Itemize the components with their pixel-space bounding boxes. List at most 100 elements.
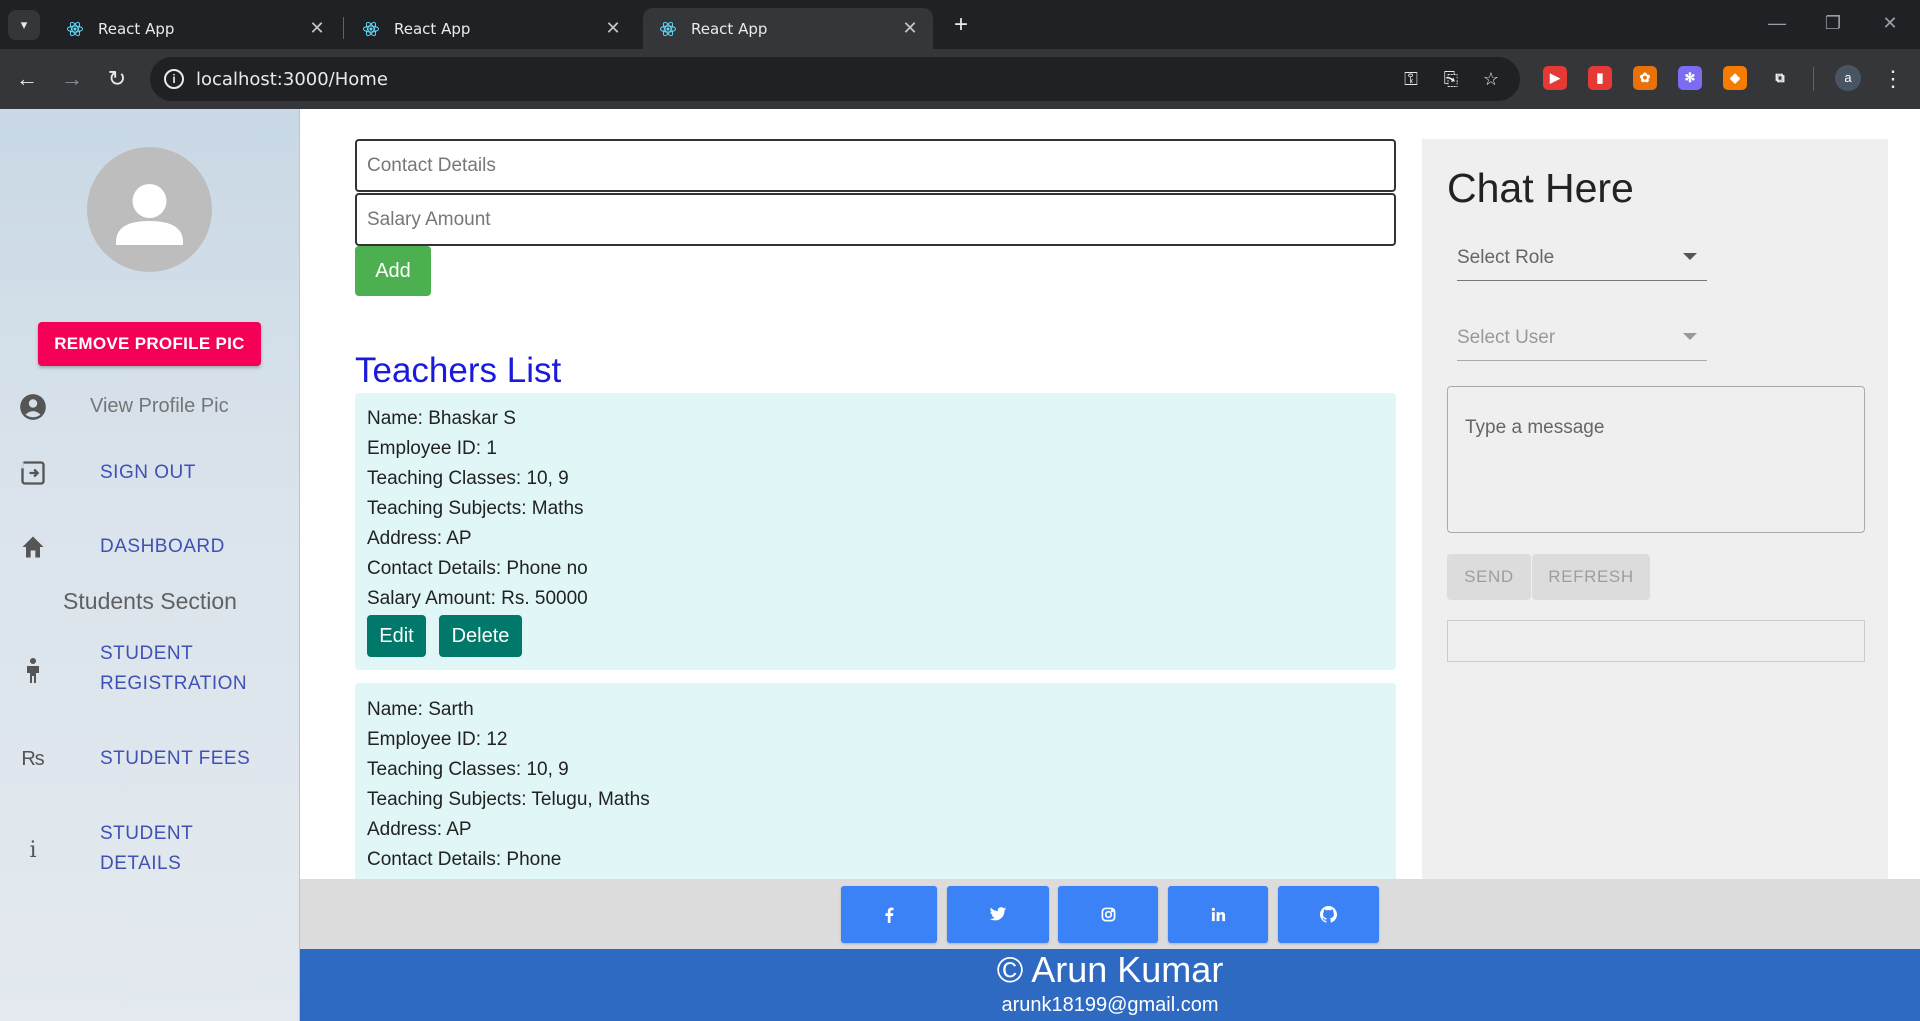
teacher-card: Name: Bhaskar S Employee ID: 1 Teaching …	[355, 393, 1396, 670]
chat-title: Chat Here	[1447, 165, 1634, 211]
forward-icon[interactable]: →	[57, 64, 87, 94]
message-input[interactable]	[1447, 386, 1865, 533]
teacher-subjects: Teaching Subjects: Maths	[367, 498, 584, 519]
new-tab-icon[interactable]: +	[948, 12, 974, 38]
contact-details-input[interactable]	[355, 139, 1396, 192]
twitter-icon[interactable]	[947, 886, 1049, 943]
teacher-name: Name: Sarth	[367, 699, 474, 720]
puzzle-icon[interactable]: ⧉	[1768, 66, 1792, 90]
linkedin-icon[interactable]	[1168, 886, 1268, 943]
remove-profile-pic-button[interactable]: REMOVE PROFILE PIC	[38, 322, 261, 366]
delete-button[interactable]: Delete	[439, 615, 522, 657]
home-icon	[18, 532, 48, 562]
sidebar-item-label: DASHBOARD	[100, 536, 225, 557]
sidebar-item-label: STUDENT DETAILS	[100, 823, 193, 874]
teachers-list-title: Teachers List	[355, 351, 562, 390]
audio-ext-icon[interactable]: ▮	[1588, 66, 1612, 90]
profile-avatar[interactable]: a	[1835, 65, 1861, 91]
salary-amount-input[interactable]	[355, 193, 1396, 246]
sidebar-item-sign-out[interactable]: SIGN OUT	[0, 455, 300, 491]
teacher-contact: Contact Details: Phone no	[367, 558, 588, 579]
youtube-ext-icon[interactable]: ▶	[1543, 66, 1567, 90]
react-logo-icon	[660, 21, 676, 36]
teacher-employee-id: Employee ID: 12	[367, 729, 508, 750]
tab-search-button[interactable]: ▾	[8, 10, 40, 40]
add-button[interactable]: Add	[355, 246, 431, 296]
restore-icon[interactable]: ❐	[1813, 8, 1853, 38]
reload-icon[interactable]: ↻	[102, 64, 132, 94]
browser-toolbar: ← → ↻ i localhost:3000/Home ⚿ ⎘ ☆ ▶ ▮ ✿ …	[0, 49, 1920, 109]
sidebar-item-label: STUDENT REGISTRATION	[100, 643, 248, 694]
window-close-icon[interactable]: ✕	[1870, 8, 1910, 38]
sidebar-item-student-registration[interactable]: STUDENT REGISTRATION	[0, 639, 300, 701]
person-avatar-icon	[116, 184, 183, 245]
facebook-icon[interactable]	[841, 886, 937, 943]
tab-title: React App	[394, 19, 471, 38]
chat-panel: Chat Here Select Role Select User SEND R…	[1422, 139, 1888, 879]
github-icon[interactable]	[1278, 886, 1379, 943]
teacher-employee-id: Employee ID: 1	[367, 438, 497, 459]
password-key-icon[interactable]: ⚿	[1400, 68, 1422, 90]
teacher-salary: Salary Amount: Rs. 50000	[367, 588, 588, 609]
gear-ext-icon[interactable]: ✻	[1678, 66, 1702, 90]
select-role-label: Select Role	[1457, 247, 1555, 268]
avatar	[87, 147, 212, 272]
flame-ext-icon[interactable]: ◆	[1723, 66, 1747, 90]
sidebar-item-label: SIGN OUT	[100, 462, 196, 483]
refresh-button[interactable]: REFRESH	[1532, 554, 1650, 600]
sidebar-item-view-profile-pic[interactable]: View Profile Pic	[0, 389, 300, 425]
teacher-classes: Teaching Classes: 10, 9	[367, 759, 569, 780]
install-app-icon[interactable]: ⎘	[1440, 68, 1462, 90]
select-user-dropdown[interactable]: Select User	[1457, 317, 1707, 361]
select-role-dropdown[interactable]: Select Role	[1457, 237, 1707, 281]
sidebar: REMOVE PROFILE PIC View Profile Pic SIGN…	[0, 109, 300, 1021]
edit-button[interactable]: Edit	[367, 615, 426, 657]
browser-tab-3-active[interactable]: React App ✕	[643, 8, 933, 49]
close-tab-icon[interactable]: ✕	[304, 18, 330, 39]
teacher-address: Address: AP	[367, 819, 472, 840]
react-logo-icon	[67, 21, 83, 36]
url-text[interactable]: localhost:3000/Home	[196, 69, 388, 90]
react-logo-icon	[363, 21, 379, 36]
tab-title: React App	[98, 19, 175, 38]
rupee-icon: ₨	[21, 747, 45, 770]
bookmark-star-icon[interactable]: ☆	[1480, 68, 1502, 90]
select-user-label: Select User	[1457, 327, 1556, 348]
account-circle-icon	[18, 392, 48, 422]
teacher-contact: Contact Details: Phone	[367, 849, 562, 870]
kebab-menu-icon[interactable]: ⋮	[1878, 64, 1908, 94]
footer-author: © Arun Kumar	[996, 949, 1224, 990]
film-ext-icon[interactable]: ✿	[1633, 66, 1657, 90]
close-tab-icon[interactable]: ✕	[897, 18, 923, 39]
dropdown-arrow-icon	[1683, 333, 1697, 340]
browser-tab-bar: ▾ React App ✕ React App ✕ React App ✕ + …	[0, 0, 1920, 49]
chat-messages-box	[1447, 620, 1865, 662]
tab-separator	[343, 17, 344, 39]
close-tab-icon[interactable]: ✕	[600, 18, 626, 39]
browser-tab-2[interactable]: React App ✕	[346, 8, 636, 49]
send-button[interactable]: SEND	[1447, 554, 1531, 600]
sidebar-item-student-fees[interactable]: ₨ STUDENT FEES	[0, 741, 300, 777]
sidebar-item-student-details[interactable]: i STUDENT DETAILS	[0, 819, 300, 881]
teacher-subjects: Teaching Subjects: Telugu, Maths	[367, 789, 650, 810]
sidebar-item-label: View Profile Pic	[90, 395, 229, 417]
sign-out-icon	[18, 458, 48, 488]
minimize-icon[interactable]: —	[1757, 8, 1797, 38]
teacher-address: Address: AP	[367, 528, 472, 549]
dropdown-arrow-icon	[1683, 253, 1697, 260]
sidebar-item-label: STUDENT FEES	[100, 748, 251, 769]
sidebar-item-dashboard[interactable]: DASHBOARD	[0, 529, 300, 565]
person-icon	[18, 655, 48, 685]
students-section-title: Students Section	[63, 588, 237, 614]
instagram-icon[interactable]	[1058, 886, 1158, 943]
address-bar[interactable]: i localhost:3000/Home ⚿ ⎘ ☆	[150, 57, 1520, 101]
back-icon[interactable]: ←	[12, 64, 42, 94]
social-links-bar	[300, 879, 1920, 949]
footer-email: arunk18199@gmail.com	[1001, 994, 1219, 1016]
site-info-icon[interactable]: i	[164, 69, 184, 89]
teacher-classes: Teaching Classes: 10, 9	[367, 468, 569, 489]
footer: © Arun Kumar arunk18199@gmail.com	[300, 949, 1920, 1021]
browser-tab-1[interactable]: React App ✕	[50, 8, 340, 49]
teacher-name: Name: Bhaskar S	[367, 408, 516, 429]
toolbar-separator	[1813, 67, 1814, 91]
